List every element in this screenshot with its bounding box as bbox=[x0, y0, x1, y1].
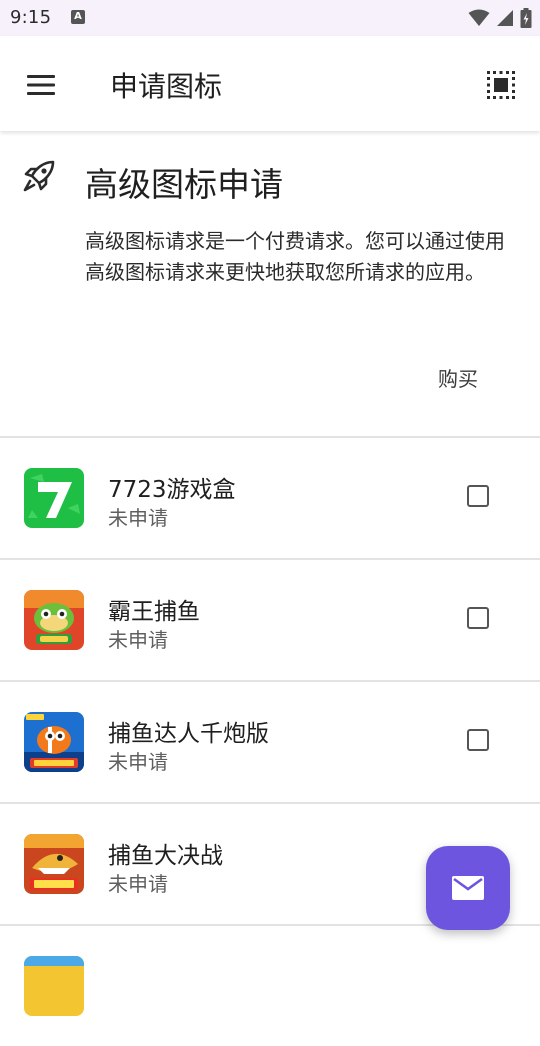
hamburger-menu-icon bbox=[27, 75, 55, 95]
list-item[interactable]: 7723游戏盒 未申请 bbox=[0, 438, 540, 558]
select-all-button[interactable] bbox=[478, 62, 524, 108]
page-title: 申请图标 bbox=[110, 70, 223, 103]
fish-game-icon bbox=[24, 956, 84, 1016]
mail-icon bbox=[452, 876, 484, 900]
app-name: 7723游戏盒 bbox=[108, 477, 236, 503]
premium-description: 高级图标请求是一个付费请求。您可以通过使用高级图标请求来更快地获取您所请求的应用… bbox=[85, 229, 505, 284]
premium-request-card: 高级图标申请 高级图标请求是一个付费请求。您可以通过使用高级图标请求来更快地获取… bbox=[0, 131, 540, 436]
top-app-bar: 申请图标 bbox=[0, 36, 540, 131]
7723-logo-icon bbox=[24, 468, 84, 528]
menu-button[interactable] bbox=[18, 62, 64, 108]
app-icon-7723 bbox=[24, 468, 84, 528]
fish-game-icon bbox=[24, 590, 84, 650]
premium-title: 高级图标申请 bbox=[85, 165, 283, 204]
list-item[interactable]: 捕鱼达人千炮版 未申请 bbox=[0, 682, 540, 802]
battery-icon bbox=[520, 8, 532, 28]
app-icon-buyu-dajuezhan bbox=[24, 834, 84, 894]
list-item[interactable]: 霸王捕鱼 未申请 bbox=[0, 560, 540, 680]
buy-button[interactable]: 购买 bbox=[434, 361, 482, 394]
select-all-icon bbox=[487, 71, 515, 99]
app-status: 未申请 bbox=[108, 750, 168, 774]
list-item[interactable] bbox=[0, 926, 540, 1046]
shark-game-icon bbox=[24, 834, 84, 894]
app-icon-buyu-daren bbox=[24, 712, 84, 772]
status-time: 9:15 bbox=[10, 7, 52, 28]
status-icons bbox=[468, 7, 532, 29]
app-name: 霸王捕鱼 bbox=[108, 599, 200, 625]
status-bar: 9:15 A bbox=[0, 0, 540, 36]
app-name: 捕鱼达人千炮版 bbox=[108, 721, 269, 747]
app-name: 捕鱼大决战 bbox=[108, 843, 223, 869]
app-icon-bawang-buyu bbox=[24, 590, 84, 650]
app-status: 未申请 bbox=[108, 628, 168, 652]
app-checkbox[interactable] bbox=[467, 607, 489, 629]
app-status: 未申请 bbox=[108, 872, 168, 896]
notification-a-icon: A bbox=[71, 10, 85, 24]
app-checkbox[interactable] bbox=[467, 485, 489, 507]
send-request-fab[interactable] bbox=[426, 846, 510, 930]
signal-icon bbox=[497, 10, 513, 26]
clownfish-game-icon bbox=[24, 712, 84, 772]
app-icon-partial bbox=[24, 956, 84, 1016]
app-checkbox[interactable] bbox=[467, 729, 489, 751]
wifi-icon bbox=[468, 9, 490, 26]
rocket-icon bbox=[23, 160, 55, 192]
app-status: 未申请 bbox=[108, 506, 168, 530]
